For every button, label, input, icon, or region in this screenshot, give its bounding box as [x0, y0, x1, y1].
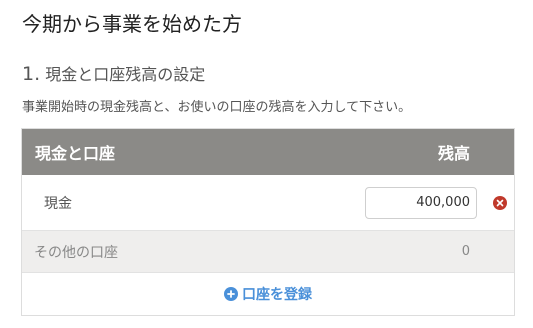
- other-accounts-label: その他の口座: [34, 244, 118, 261]
- other-accounts-row: その他の口座 0: [22, 231, 514, 273]
- page: 今期から事業を始めた方 1. 現金と口座残高の設定 事業開始時の現金残高と、お使…: [0, 0, 533, 328]
- section-title: 現金と口座残高の設定: [45, 65, 206, 84]
- section-heading: 1. 現金と口座残高の設定: [22, 61, 205, 85]
- cash-balance-input[interactable]: [365, 186, 477, 219]
- remove-icon[interactable]: [493, 195, 507, 210]
- page-title: 今期から事業を始めた方: [22, 12, 242, 36]
- instructions-text: 事業開始時の現金残高と、お使いの口座の残高を入力して下さい。: [22, 100, 412, 115]
- register-account-label: 口座を登録: [242, 287, 312, 303]
- header-balance: 残高: [437, 144, 470, 163]
- account-balance-table: 現金と口座 残高 現金 その他の口座 0: [21, 128, 515, 316]
- other-accounts-value: 0: [461, 244, 470, 259]
- section-number: 1.: [22, 63, 41, 85]
- header-account: 現金と口座: [35, 144, 116, 163]
- cash-label: 現金: [44, 195, 72, 212]
- table-header: 現金と口座 残高: [22, 129, 514, 175]
- register-row: 口座を登録: [22, 273, 514, 315]
- cash-row: 現金: [22, 175, 514, 231]
- register-account-button[interactable]: 口座を登録: [224, 284, 312, 304]
- plus-circle-icon: [224, 287, 238, 301]
